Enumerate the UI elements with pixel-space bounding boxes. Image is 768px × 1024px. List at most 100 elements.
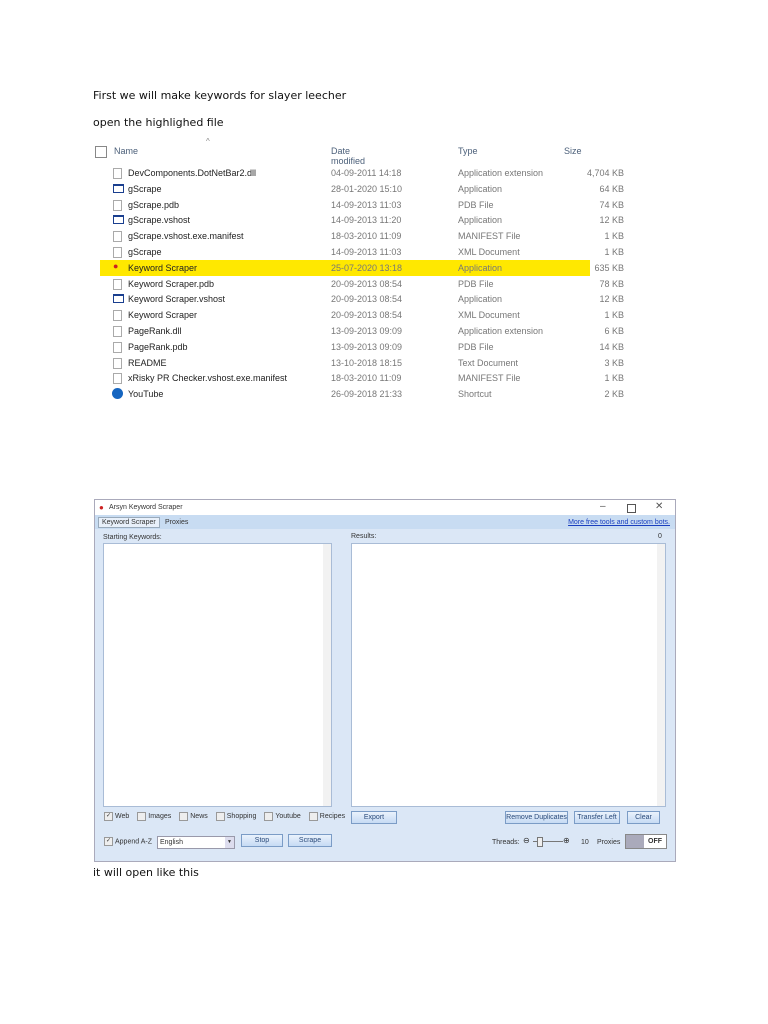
minus-icon[interactable]: ⊖ [523, 836, 530, 845]
select-all-checkbox[interactable] [95, 146, 107, 158]
file-row[interactable]: Keyword Scraper.pdb 20-09-2013 08:54 PDB F… [92, 276, 632, 292]
file-row[interactable]: gScrape.vshost.exe.manifest 18-03-2010 11… [92, 228, 632, 244]
file-row[interactable]: Keyword Scraper.vshost 20-09-2013 08:54 Ap… [92, 291, 632, 307]
text-file-icon [113, 357, 122, 369]
sort-up-icon: ^ [206, 137, 210, 146]
file-row[interactable]: gScrape 28-01-2020 15:10 Application 64 KB [92, 181, 632, 197]
starting-keywords-textarea[interactable] [103, 543, 332, 807]
file-size: 78 KB [599, 278, 624, 289]
source-checkbox-recipes[interactable]: Recipes [308, 812, 346, 821]
file-file-icon [113, 231, 122, 243]
file-date: 14-09-2013 11:03 [331, 199, 402, 210]
more-tools-link[interactable]: More free tools and custom bots. [568, 519, 670, 526]
file-file-icon [113, 373, 122, 385]
file-name: Keyword Scraper.pdb [128, 278, 215, 289]
minimize-icon[interactable]: – [600, 501, 606, 512]
file-type: XML Document [458, 310, 520, 321]
export-button[interactable]: Export [351, 811, 397, 824]
checkbox-icon [137, 812, 147, 821]
proxies-toggle-state: OFF [648, 838, 662, 845]
header-name[interactable]: Name [114, 146, 138, 156]
scraper-app-icon: ● [113, 260, 119, 271]
file-type: MANIFEST File [458, 231, 521, 242]
maximize-icon[interactable] [627, 504, 636, 513]
source-checkbox-youtube[interactable]: Youtube [264, 812, 301, 821]
file-type: Application extension [458, 326, 544, 336]
source-checkbox-web[interactable]: ✓ Web [104, 812, 130, 821]
file-file-icon [113, 199, 122, 211]
file-type: Application [458, 215, 503, 226]
source-label: Recipes [319, 813, 346, 821]
file-type: PDB File [458, 199, 494, 210]
file-date: 26-09-2018 21:33 [331, 389, 403, 400]
file-size: 12 KB [599, 294, 624, 305]
transfer-left-button[interactable]: Transfer Left [574, 811, 620, 824]
header-size[interactable]: Size [564, 146, 582, 156]
source-checkbox-shopping[interactable]: Shopping [215, 812, 256, 821]
title-bar: ● Arsyn Keyword Scraper – ✕ [95, 500, 675, 515]
scrollbar[interactable] [657, 544, 665, 806]
starting-keywords-label: Starting Keywords: [103, 534, 162, 541]
file-name: DevComponents.DotNetBar2.dll [128, 168, 257, 178]
doc-line-2: open the highlighed file [93, 116, 224, 129]
file-file-icon [113, 278, 122, 290]
application-icon [113, 183, 124, 193]
append-az-checkbox[interactable]: ✓ Append A-Z [104, 837, 152, 846]
file-date: 28-01-2020 15:10 [331, 183, 403, 194]
file-row[interactable]: gScrape.pdb 14-09-2013 11:03 PDB File 74 KB [92, 197, 632, 213]
file-name: YouTube [128, 389, 164, 400]
file-name: gScrape.vshost [128, 215, 191, 226]
threads-label: Threads: [492, 839, 520, 846]
file-type: PDB File [458, 278, 494, 289]
threads-slider[interactable]: ⊖ ⊕ [523, 836, 573, 847]
plus-icon[interactable]: ⊕ [563, 836, 570, 845]
close-icon[interactable]: ✕ [655, 501, 663, 512]
file-row[interactable]: PageRank.dll 13-09-2013 09:09 Application … [92, 323, 632, 339]
checkbox-icon [215, 812, 225, 821]
file-row[interactable]: YouTube 26-09-2018 21:33 Shortcut 2 KB [92, 386, 632, 402]
file-row[interactable]: Keyword Scraper 20-09-2013 08:54 XML Docum… [92, 307, 632, 323]
header-date[interactable]: Date modified [331, 146, 365, 166]
file-row[interactable]: gScrape 14-09-2013 11:03 XML Document 1 KB [92, 244, 632, 260]
doc-line-3: it will open like this [93, 866, 199, 879]
slider-thumb[interactable] [537, 837, 543, 847]
proxies-toggle[interactable]: OFF [625, 834, 667, 849]
scrape-button[interactable]: Scrape [288, 834, 332, 847]
header-type[interactable]: Type [458, 146, 478, 156]
scrollbar[interactable] [323, 544, 331, 806]
file-size: 3 KB [604, 357, 624, 368]
file-name: gScrape.pdb [128, 199, 180, 210]
language-select[interactable]: English ▼ [157, 836, 235, 849]
source-checkbox-images[interactable]: Images [137, 812, 171, 821]
source-checkbox-news[interactable]: News [179, 812, 208, 821]
file-type: XML Document [458, 247, 520, 257]
file-type: Application [458, 294, 503, 305]
file-row[interactable]: ● Keyword Scraper 25-07-2020 13:18 Applicat… [100, 259, 624, 276]
file-name: README [128, 357, 167, 368]
file-date: 13-09-2013 09:09 [331, 326, 403, 336]
tab-bar: Keyword Scraper Proxies More free tools … [95, 515, 675, 529]
remove-duplicates-button[interactable]: Remove Duplicates [505, 811, 568, 824]
file-type: PDB File [458, 341, 494, 352]
file-name: Keyword Scraper.vshost [128, 294, 226, 305]
tab-proxies[interactable]: Proxies [165, 519, 188, 526]
tab-keyword-scraper[interactable]: Keyword Scraper [98, 517, 160, 528]
window-title: Arsyn Keyword Scraper [109, 504, 183, 511]
checkbox-icon [308, 812, 318, 821]
results-textarea[interactable] [351, 543, 666, 807]
app-icon: ● [99, 503, 104, 512]
file-row[interactable]: gScrape.vshost 14-09-2013 11:20 Applicatio… [92, 212, 632, 228]
stop-button[interactable]: Stop [241, 834, 283, 847]
file-row[interactable]: README 13-10-2018 18:15 Text Document 3 KB [92, 355, 632, 371]
proxies-label: Proxies [597, 839, 621, 846]
file-row[interactable]: xRisky PR Checker.vshost.exe.manifest 18-… [92, 370, 632, 386]
file-file-icon [113, 310, 122, 322]
file-row[interactable]: PageRank.pdb 13-09-2013 09:09 PDB File 14 K… [92, 339, 632, 355]
source-label: Web [115, 813, 130, 821]
file-size: 2 KB [604, 389, 624, 400]
file-row[interactable]: DevComponents.DotNetBar2.dll 04-09-2011 1… [92, 165, 632, 181]
file-date: 14-09-2013 11:03 [331, 247, 402, 257]
application-icon [113, 294, 124, 304]
shortcut-icon [112, 388, 123, 400]
clear-button[interactable]: Clear [627, 811, 660, 824]
